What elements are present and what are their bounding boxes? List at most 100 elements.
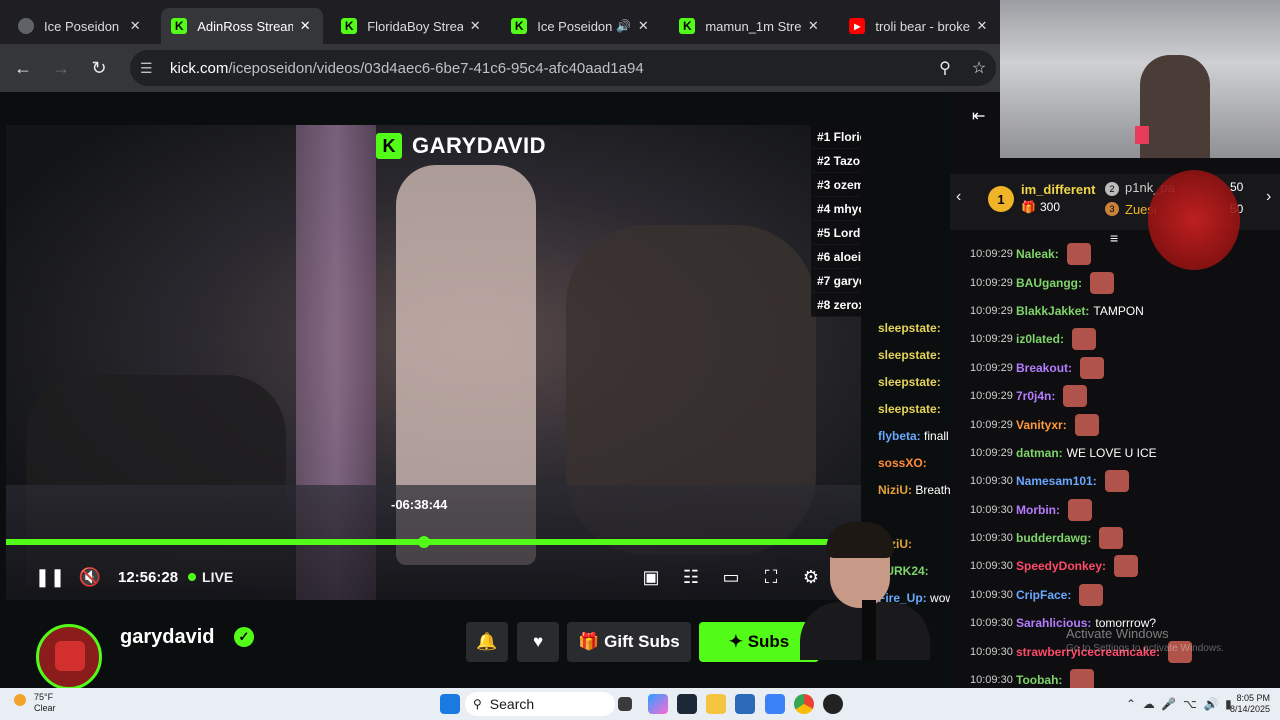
leaderboard-row: #3 ozemi41 RFIDs14999 points (811, 173, 861, 197)
leaderboard-name: #4 mhyochi (817, 201, 861, 216)
close-tab-icon[interactable]: ✕ (127, 18, 143, 34)
chat-timestamp: 10:09:29 (970, 361, 1013, 374)
taskbar-search[interactable]: ⚲ Search (465, 692, 615, 716)
chat-message: 10:09:29 Breakout: (970, 354, 1280, 382)
weather-widget[interactable]: 75°F Clear (14, 692, 56, 714)
activate-windows-title: Activate Windows (1066, 626, 1169, 641)
close-tab-icon[interactable]: ✕ (635, 18, 651, 34)
browser-tab[interactable]: K FloridaBoy Strea ✕ (331, 8, 493, 44)
chrome-icon[interactable] (794, 694, 814, 714)
chat-username[interactable]: budderdawg: (1016, 531, 1091, 545)
obs-icon[interactable] (823, 694, 843, 714)
kick-logo-icon: K (376, 133, 402, 159)
browser-tab[interactable]: K AdinRoss Stream ✕ (161, 8, 324, 44)
app-icon[interactable] (735, 694, 755, 714)
youtube-favicon-icon: ▶ (849, 18, 866, 34)
overlay-chat-user: sleepstate: (878, 321, 941, 335)
channel-name[interactable]: garydavid (120, 626, 214, 649)
chat-timestamp: 10:09:30 (970, 617, 1013, 630)
chat-timestamp: 10:09:29 (970, 248, 1013, 261)
channel-avatar[interactable] (36, 624, 102, 690)
speaker-icon[interactable]: 🔊 (616, 19, 631, 33)
chat-username[interactable]: iz0lated: (1016, 332, 1064, 346)
chat-username[interactable]: Toobah: (1016, 673, 1062, 687)
progress-knob[interactable] (418, 536, 430, 548)
chat-username[interactable]: datman: (1016, 446, 1063, 460)
video-player[interactable]: K GARYDAVID #1 FloridaBoy42 RFIDs5757 po… (6, 125, 861, 600)
chevron-right-icon[interactable]: › (1266, 188, 1271, 206)
overlay-chat-user: sossXO: (878, 456, 927, 470)
leaderboard-name: #2 Tazo (817, 153, 861, 168)
chat-username[interactable]: SpeedyDonkey: (1016, 559, 1106, 573)
copilot-icon[interactable] (648, 694, 668, 714)
theater-mode-icon[interactable]: ▭ (711, 557, 751, 597)
windows-taskbar: 75°F Clear ⚲ Search ⌃ ☁ 🎤 ⌥ 🔊 ▮ 8:05 PM … (0, 688, 1280, 720)
start-windows-icon[interactable] (440, 694, 460, 714)
chat-username[interactable]: Namesam101: (1016, 474, 1097, 488)
forward-button[interactable]: → (46, 53, 76, 83)
overlay-chat-line: sleepstate: (878, 321, 950, 348)
system-tray[interactable]: ⌃ ☁ 🎤 ⌥ 🔊 ▮ (1126, 697, 1232, 711)
chat-username[interactable]: Vanityxr: (1016, 418, 1067, 432)
overlay-chat-text: Breath (915, 483, 950, 497)
chat-message: 10:09:30 CripFace: (970, 581, 1280, 609)
browser-tab[interactable]: ▶ troli bear - broke ✕ (839, 8, 1000, 44)
star-icon: ✦ (728, 632, 748, 651)
gift-subs-button[interactable]: 🎁 Gift Subs (567, 622, 691, 662)
address-bar[interactable]: ☰ kick.com/iceposeidon/videos/03d4aec6-6… (130, 50, 996, 86)
channel-logo-overlay (1148, 170, 1240, 270)
overlay-chat-text: finall (924, 429, 949, 443)
close-tab-icon[interactable]: ✕ (974, 18, 990, 34)
activate-windows-subtitle: Go to Settings to activate Windows. (1066, 643, 1224, 654)
miniplayer-icon[interactable]: ▣ (631, 557, 671, 597)
chat-timestamp: 10:09:30 (970, 475, 1013, 488)
store-icon[interactable] (765, 694, 785, 714)
chat-username[interactable]: BAUgangg: (1016, 276, 1082, 290)
kick-favicon-icon: K (171, 18, 188, 34)
emote-icon (1080, 356, 1105, 379)
browser-tab[interactable]: K Ice Poseidon 🔊 ✕ (501, 8, 661, 44)
close-tab-icon[interactable]: ✕ (467, 18, 483, 34)
chevron-left-icon[interactable]: ‹ (956, 188, 961, 206)
notifications-bell-button[interactable]: 🔔 (466, 622, 508, 662)
chat-username[interactable]: 7r0j4n: (1016, 389, 1055, 403)
tab-title: troli bear - broke (875, 18, 970, 34)
overlay-chat-line: sleepstate: (878, 348, 950, 375)
site-settings-icon[interactable]: ☰ (140, 60, 160, 77)
chat-username[interactable]: Naleak: (1016, 247, 1059, 261)
chat-message: 10:09:29 Vanityxr: (970, 410, 1280, 438)
close-tab-icon[interactable]: ✕ (805, 18, 821, 34)
chat-timestamp: 10:09:29 (970, 390, 1013, 403)
overlay-chat-line: NiziU: Breath (878, 483, 950, 510)
file-explorer-icon[interactable] (706, 694, 726, 714)
browser-tab[interactable]: Kmamun_1m Stre ✕ (669, 8, 831, 44)
system-clock[interactable]: 8:05 PM 8/14/2025 (1230, 693, 1270, 715)
steam-icon[interactable] (677, 694, 697, 714)
task-view-icon[interactable] (618, 697, 632, 711)
rank-2-badge: 2 (1105, 182, 1119, 196)
zoom-icon[interactable]: ⚲ (928, 58, 962, 78)
streamer-webcam (1000, 0, 1280, 158)
chat-timestamp: 10:09:29 (970, 333, 1013, 346)
chat-username[interactable]: Morbin: (1016, 503, 1060, 517)
overlay-chat-user: sleepstate: (878, 348, 941, 362)
chat-username[interactable]: CripFace: (1016, 588, 1071, 602)
top-gifter-name[interactable]: im_different (1021, 182, 1095, 197)
emote-icon (1072, 328, 1097, 351)
browser-tab[interactable]: Ice Poseidon ✕ (8, 8, 153, 44)
kick-favicon-icon: K (341, 18, 358, 34)
kick-favicon-icon: K (679, 18, 696, 34)
clip-icon[interactable]: ☷ (671, 557, 711, 597)
follow-heart-button[interactable]: ♥ (517, 622, 559, 662)
pause-icon[interactable]: ❚❚ (30, 557, 70, 597)
reload-button[interactable]: ↻ (84, 53, 114, 83)
leaderboard-row: #4 mhyochi41 RFIDs13245 points (811, 197, 861, 221)
fullscreen-icon[interactable]: ⛶ (751, 557, 791, 597)
chat-username[interactable]: Breakout: (1016, 361, 1072, 375)
collapse-chat-icon[interactable]: ⇤ (972, 106, 985, 126)
chat-username[interactable]: BlakkJakket: (1016, 304, 1089, 318)
mute-icon[interactable]: 🔇 (70, 557, 110, 597)
back-button[interactable]: ← (8, 53, 38, 83)
close-tab-icon[interactable]: ✕ (297, 18, 313, 34)
bookmark-star-icon[interactable]: ☆ (962, 58, 996, 78)
